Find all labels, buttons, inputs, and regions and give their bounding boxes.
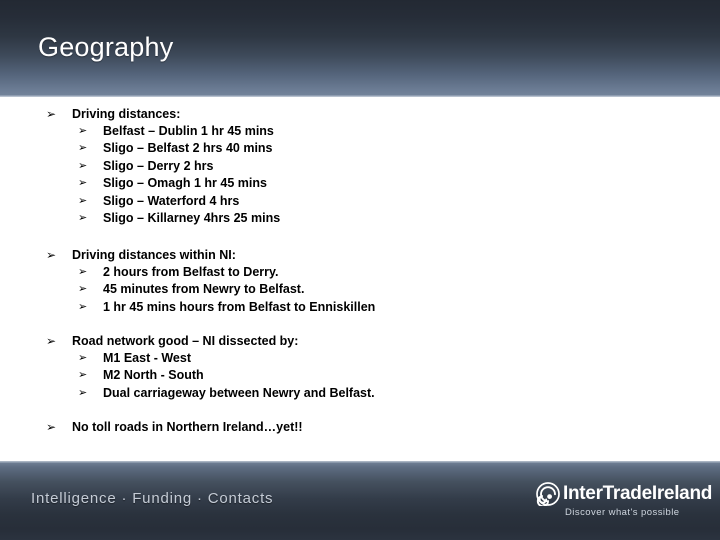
bullet-arrow-icon: ➢ (78, 194, 88, 207)
bullet-group-no-toll-roads: ➢ No toll roads in Northern Ireland…yet!… (0, 419, 720, 436)
bullet-item-level2: ➢ 2 hours from Belfast to Derry. (0, 264, 720, 281)
bullet-arrow-icon: ➢ (78, 352, 88, 364)
bullet-text: Dual carriageway between Newry and Belfa… (103, 385, 375, 400)
bullet-item-level1: ➢ Driving distances within NI: (0, 247, 720, 264)
bullet-arrow-icon: ➢ (46, 420, 57, 434)
bullet-text: Sligo – Belfast 2 hrs 40 mins (103, 141, 273, 156)
logo-tagline: Discover what's possible (565, 507, 680, 518)
bullet-text: Sligo – Omagh 1 hr 45 mins (103, 176, 267, 191)
bullet-group-driving-distances-within-ni: ➢ Driving distances within NI: ➢ 2 hours… (0, 247, 720, 316)
bullet-text: Sligo – Derry 2 hrs (103, 158, 214, 173)
bullet-text: No toll roads in Northern Ireland…yet!! (72, 420, 303, 434)
bullet-arrow-icon: ➢ (46, 107, 57, 121)
bullet-item-level2: ➢ 1 hr 45 mins hours from Belfast to Enn… (0, 299, 720, 316)
page-title: Geography (38, 32, 174, 62)
bullet-text: 45 minutes from Newry to Belfast. (103, 282, 305, 297)
bullet-item-level1: ➢ Driving distances: (0, 106, 720, 123)
bullet-item-level2: ➢ Belfast – Dublin 1 hr 45 mins (0, 123, 720, 140)
bullet-text: Driving distances within NI: (72, 248, 236, 262)
spiral-logo-icon (536, 482, 560, 508)
bullet-arrow-icon: ➢ (78, 125, 88, 137)
bullet-item-level2: ➢ M2 North - South (0, 367, 720, 384)
bullet-text: Driving distances: (72, 107, 181, 121)
bullet-arrow-icon: ➢ (46, 334, 57, 348)
bullet-arrow-icon: ➢ (78, 266, 88, 278)
bullet-arrow-icon: ➢ (78, 142, 88, 155)
bullet-arrow-icon: ➢ (78, 369, 88, 382)
bullet-item-level2: ➢ Sligo – Belfast 2 hrs 40 mins (0, 140, 720, 157)
bullet-item-level2: ➢ Sligo – Killarney 4hrs 25 mins (0, 210, 720, 227)
bullet-item-level2: ➢ Sligo – Waterford 4 hrs (0, 193, 720, 210)
slide: Geography ➢ Driving distances: ➢ Belfast… (0, 0, 720, 540)
bullet-group-road-network: ➢ Road network good – NI dissected by: ➢… (0, 333, 720, 402)
bullet-text: M1 East - West (103, 351, 191, 365)
bullet-arrow-icon: ➢ (78, 283, 88, 296)
bullet-text: Road network good – NI dissected by: (72, 334, 299, 348)
slide-content-area: ➢ Driving distances: ➢ Belfast – Dublin … (0, 97, 720, 461)
bullet-arrow-icon: ➢ (78, 159, 88, 172)
bullet-text: 1 hr 45 mins hours from Belfast to Ennis… (103, 299, 376, 314)
bullet-item-level2: ➢ M1 East - West (0, 350, 720, 367)
bullet-text: Belfast – Dublin 1 hr 45 mins (103, 124, 274, 138)
bullet-arrow-icon: ➢ (78, 177, 88, 190)
bullet-item-level2: ➢ Sligo – Omagh 1 hr 45 mins (0, 175, 720, 192)
bullet-text: Sligo – Killarney 4hrs 25 mins (103, 210, 281, 225)
bullet-arrow-icon: ➢ (46, 248, 57, 262)
bullet-item-level1: ➢ No toll roads in Northern Ireland…yet!… (0, 419, 720, 436)
bullet-item-level2: ➢ 45 minutes from Newry to Belfast. (0, 281, 720, 298)
bullet-text: Sligo – Waterford 4 hrs (103, 193, 240, 208)
bullet-item-level1: ➢ Road network good – NI dissected by: (0, 333, 720, 350)
bullet-arrow-icon: ➢ (78, 386, 88, 399)
footer-tagline: Intelligence · Funding · Contacts (31, 490, 274, 507)
bullet-item-level2: ➢ Dual carriageway between Newry and Bel… (0, 385, 720, 402)
bullet-item-level2: ➢ Sligo – Derry 2 hrs (0, 158, 720, 175)
bullet-text: 2 hours from Belfast to Derry. (103, 265, 279, 279)
logo-wordmark: InterTradeIreland (563, 483, 713, 504)
bullet-text: M2 North - South (103, 368, 204, 383)
intertradeireland-logo: InterTradeIreland Discover what's possib… (536, 481, 712, 525)
bullet-arrow-icon: ➢ (78, 211, 88, 224)
bullet-group-driving-distances: ➢ Driving distances: ➢ Belfast – Dublin … (0, 106, 720, 227)
bullet-arrow-icon: ➢ (78, 300, 88, 313)
footer-divider (0, 461, 720, 463)
